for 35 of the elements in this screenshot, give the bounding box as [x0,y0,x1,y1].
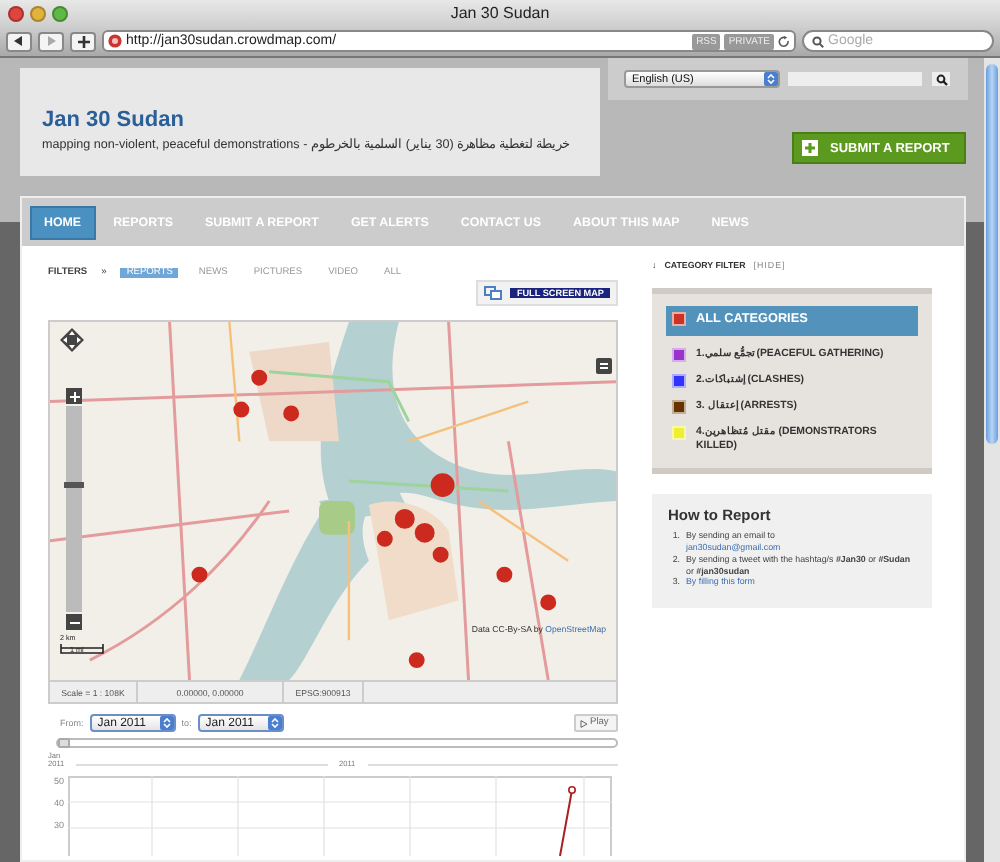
scrollbar-thumb[interactable] [986,64,998,444]
plus-icon [69,391,79,401]
plus-icon [77,35,89,47]
search-button[interactable] [930,70,952,88]
search-icon [935,73,947,85]
stepper-arrows-icon [764,72,778,86]
scrollbar[interactable] [984,58,1000,862]
time-slider[interactable] [56,738,618,748]
zoom-slider[interactable] [66,406,82,612]
left-triangle-icon [14,36,24,46]
site-icon [108,34,122,48]
minus-icon [69,617,79,627]
window-title: Jan 30 Sudan [448,4,552,22]
minimize-button[interactable] [30,5,46,21]
plus-icon [802,140,818,156]
add-bookmark-button[interactable] [70,31,96,51]
stepper-arrows-icon [267,716,282,730]
site-search-field[interactable] [786,70,924,88]
site-title: Jan 30 Sudan [42,108,186,132]
search-icon [812,35,824,47]
pan-control-icon[interactable] [60,328,84,352]
right-triangle-icon [46,36,56,46]
slider-handle[interactable] [58,738,70,748]
stepper-arrows-icon [159,716,174,730]
back-button[interactable] [6,31,32,51]
reload-icon[interactable] [778,35,790,47]
zoom-slider-handle[interactable] [64,482,84,489]
scale-bar-icon [60,644,104,654]
close-button[interactable] [8,5,24,21]
zoom-in-button[interactable] [66,388,82,404]
play-icon [580,719,588,727]
windows-icon [484,286,503,300]
zoom-button[interactable] [52,5,68,21]
layers-icon[interactable] [596,358,612,374]
zoom-out-button[interactable] [66,614,82,630]
